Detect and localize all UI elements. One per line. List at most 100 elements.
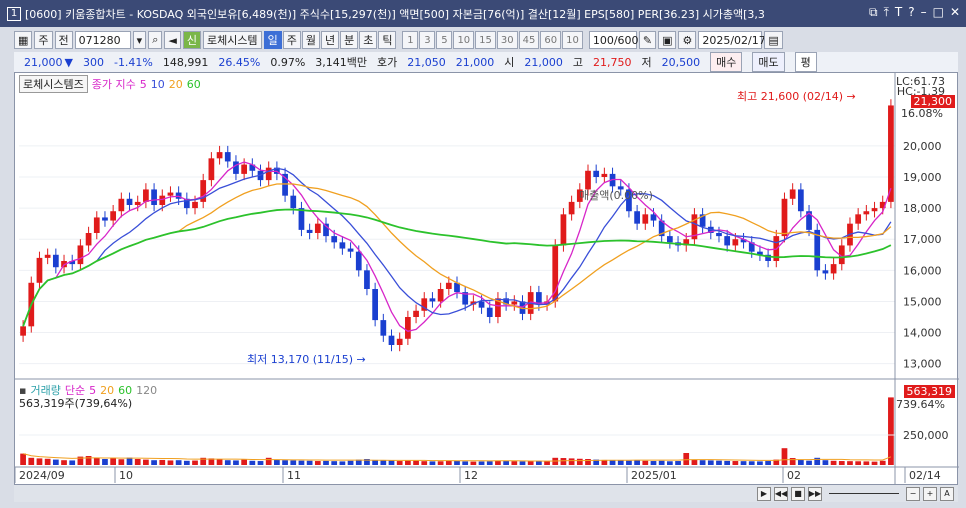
maximize-icon[interactable]: □ <box>933 5 944 20</box>
zoom-out-icon[interactable]: − <box>906 486 920 501</box>
candle-body <box>265 167 272 181</box>
overlay-annotation: 매출액(0.00%) <box>579 189 653 202</box>
candle-body <box>863 211 870 215</box>
help-icon[interactable]: ? <box>908 5 914 20</box>
volume-ma-120: 120 <box>136 383 158 397</box>
save-icon[interactable]: ▣ <box>658 31 677 49</box>
period-tab[interactable]: 초 <box>359 31 378 49</box>
date-input[interactable]: 2025/02/17 <box>698 31 766 49</box>
volume-bar <box>462 461 469 465</box>
period-tab[interactable]: 주 <box>282 31 301 49</box>
volume-bar <box>437 461 444 465</box>
volume-bar <box>740 461 747 465</box>
period-tab[interactable]: 분 <box>340 31 359 49</box>
volume-bar <box>126 457 133 465</box>
candle-body <box>93 217 100 233</box>
period-tab[interactable]: 년 <box>320 31 340 49</box>
candle-body <box>855 214 862 224</box>
open-label: 시 <box>504 56 515 69</box>
interval-button[interactable]: 30 <box>496 31 518 49</box>
close-icon[interactable]: ✕ <box>950 5 960 20</box>
candle-body <box>666 236 673 243</box>
volume-bar <box>486 461 493 465</box>
interval-button[interactable]: 10 <box>562 31 583 49</box>
forward-icon[interactable]: ▶▶ <box>808 486 822 501</box>
volume-bar <box>380 460 387 465</box>
eval-button[interactable]: 평 <box>794 52 817 72</box>
volume-value-text: 563,319주(739,64%) <box>19 397 133 410</box>
volume-bar <box>683 453 690 465</box>
calendar-icon[interactable]: ▤ <box>764 31 783 49</box>
stock-code-input[interactable]: 071280 <box>74 31 131 49</box>
restore-icon[interactable]: ⧉ <box>869 5 878 20</box>
search-icon[interactable]: ⌕ <box>148 31 163 49</box>
buy-button[interactable]: 매수 <box>710 52 743 72</box>
rewind-icon[interactable]: ◀◀ <box>774 486 788 501</box>
volume-bar <box>69 460 76 465</box>
volume-bar <box>175 460 182 465</box>
candle-body <box>871 208 878 212</box>
candle-body <box>298 208 305 230</box>
price-tick-label: 13,000 <box>903 358 942 371</box>
volume-bar <box>724 460 731 465</box>
quote-bar: 21,000 ▼ 300 -1.41% 148,991 26.45% 0.97%… <box>14 52 958 72</box>
price-tick-label: 16,000 <box>903 264 942 277</box>
stop-icon[interactable]: ■ <box>791 486 805 501</box>
period-tab[interactable]: 일 <box>263 31 282 49</box>
candle-body <box>634 211 640 224</box>
volume-bar <box>290 460 297 465</box>
count-input[interactable]: 100/600 <box>588 31 639 49</box>
interval-button[interactable]: 10 <box>453 31 475 49</box>
price-tick-label: 14,000 <box>903 327 942 340</box>
chart-toolbar: ▦ 주 전 071280 ▾ ⌕ ◄ 신 로체시스템 일주월년분초틱 1 3 5 10… <box>14 30 958 50</box>
indicator-name-button[interactable]: 로체시스템 <box>202 31 262 49</box>
volume-bar <box>519 461 526 465</box>
volume-bar <box>241 459 248 465</box>
sell-button[interactable]: 매도 <box>752 52 785 72</box>
interval-button[interactable]: 60 <box>540 31 562 49</box>
pin-icon[interactable]: ⤒ <box>884 5 889 20</box>
chart-area[interactable]: 로체시스템즈 종가 지수 5 10 20 60 20,000 19,000 18,0… <box>14 72 959 502</box>
volume-bar <box>642 460 649 465</box>
price-change: 300 <box>82 55 104 69</box>
font-size-icon[interactable]: A <box>940 486 954 501</box>
price-change-pct: -1.41% <box>113 55 153 69</box>
minimize-icon[interactable]: – <box>921 5 927 20</box>
interval-button[interactable]: 1 <box>402 31 419 49</box>
interval-button[interactable]: 45 <box>518 31 540 49</box>
sound-icon[interactable]: ◄ <box>164 31 181 49</box>
dropdown-icon[interactable]: ▾ <box>132 31 147 49</box>
period-tab[interactable]: 틱 <box>378 31 397 49</box>
candle-body <box>208 158 215 181</box>
volume-bar <box>732 461 739 465</box>
volume-bar <box>36 458 43 465</box>
interval-buttons: 1 3 5 10 15 30 45 60 10 <box>402 31 583 49</box>
new-indicator-icon[interactable]: 신 <box>182 31 201 49</box>
volume-ratio: 26.45% <box>218 55 261 69</box>
zoom-slider[interactable] <box>829 493 899 494</box>
candle-body <box>552 245 559 302</box>
price-volume-chart[interactable]: 20,000 19,000 18,000 17,000 16,000 15,000 14,0… <box>15 73 959 485</box>
interval-button[interactable]: 5 <box>436 31 453 49</box>
interval-button[interactable]: 15 <box>475 31 496 49</box>
settings-icon[interactable]: ⚙ <box>678 31 697 49</box>
prev-button[interactable]: 전 <box>54 31 73 49</box>
x-tick-label: 02 <box>787 469 801 482</box>
zoom-in-icon[interactable]: + <box>923 486 937 501</box>
volume-bar <box>666 461 673 465</box>
candle-body <box>511 301 518 305</box>
volume-value: 148,991 <box>162 55 209 69</box>
chart-navigation-bar: ▶ ◀◀ ■ ▶▶ − + A <box>14 484 958 502</box>
play-icon[interactable]: ▶ <box>757 486 771 501</box>
high-annotation: 최고 21,600 (02/14) → <box>737 90 856 103</box>
interval-button[interactable]: 3 <box>419 31 436 49</box>
toolbar-grid-icon[interactable]: ▦ <box>14 31 33 49</box>
volume-bar <box>478 461 485 465</box>
period-type-select[interactable]: 주 <box>34 31 53 49</box>
period-tab[interactable]: 월 <box>301 31 320 49</box>
draw-tool-icon[interactable]: ✎ <box>638 31 657 49</box>
x-tick-label: 2024/09 <box>19 469 65 482</box>
font-icon[interactable]: T <box>895 5 902 20</box>
volume-bar <box>159 459 166 465</box>
volume-bar <box>216 459 223 465</box>
